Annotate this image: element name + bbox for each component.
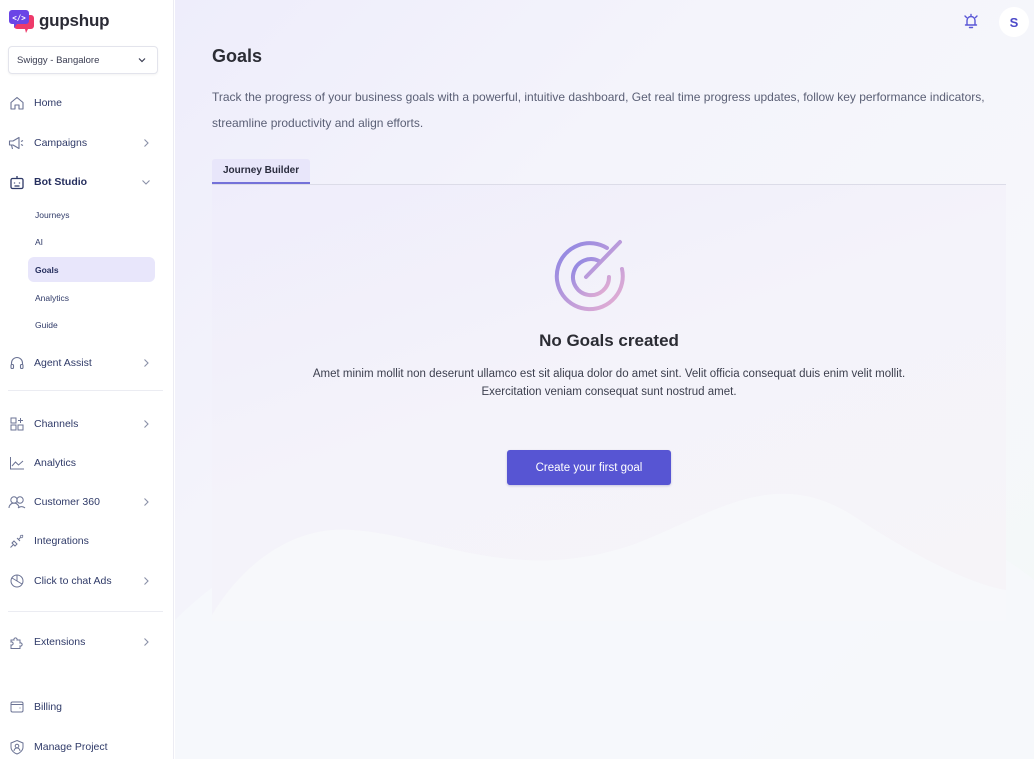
- users-icon: [8, 493, 26, 511]
- sidebar-item-click-to-chat-ads[interactable]: Click to chat Ads: [8, 569, 158, 593]
- sidebar-item-integrations[interactable]: Integrations: [8, 529, 158, 553]
- line-chart-icon: [8, 454, 26, 472]
- sidebar-item-agent-assist[interactable]: Agent Assist: [8, 351, 158, 375]
- puzzle-icon: [8, 633, 26, 651]
- sidebar-item-customer-360[interactable]: Customer 360: [8, 490, 158, 514]
- logo[interactable]: </> gupshup: [9, 9, 110, 33]
- sidebar-item-label: Customer 360: [34, 496, 100, 508]
- sidebar-item-label: Campaigns: [34, 137, 88, 149]
- pie-chart-icon: [8, 572, 26, 590]
- empty-state-description: Amet minim mollit non deserunt ullamco e…: [312, 368, 906, 398]
- empty-state-panel: No Goals created Amet minim mollit non d…: [212, 185, 1006, 621]
- sidebar-divider: [8, 390, 163, 391]
- plug-icon: [8, 532, 26, 550]
- avatar[interactable]: S: [999, 7, 1029, 37]
- project-selector[interactable]: Swiggy - Bangalore: [8, 46, 158, 74]
- page-description: Track the progress of your business goal…: [212, 90, 985, 130]
- page-title: Goals: [212, 46, 263, 66]
- megaphone-icon: [8, 134, 26, 152]
- brand-name: gupshup: [39, 11, 110, 30]
- svg-text:</>: </>: [12, 14, 26, 23]
- gupshup-logo-icon: </>: [9, 9, 35, 33]
- sidebar-subitem-analytics[interactable]: Analytics: [28, 285, 155, 310]
- sidebar-subitem-journeys[interactable]: Journeys: [28, 202, 155, 227]
- create-first-goal-button[interactable]: Create your first goal: [507, 450, 671, 485]
- chevron-right-icon: [144, 139, 149, 147]
- chevron-right-icon: [144, 420, 149, 428]
- project-selector-value: Swiggy - Bangalore: [17, 54, 100, 66]
- sidebar-divider: [8, 611, 163, 612]
- sidebar-item-bot-studio[interactable]: Bot Studio: [8, 170, 158, 194]
- chevron-right-icon: [144, 498, 149, 506]
- chevron-down-icon: [142, 180, 150, 185]
- sidebar: </> gupshup Swiggy - Bangalore Home Camp…: [0, 0, 174, 759]
- empty-state-title: No Goals created: [539, 331, 679, 350]
- sidebar-item-home[interactable]: Home: [8, 91, 158, 115]
- sidebar-item-analytics[interactable]: Analytics: [8, 451, 158, 475]
- sidebar-subitem-goals[interactable]: Goals: [28, 257, 155, 282]
- shield-user-icon: [8, 738, 26, 756]
- sidebar-item-label: Bot Studio: [34, 176, 88, 188]
- sidebar-item-label: Analytics: [34, 457, 77, 469]
- sidebar-item-label: Agent Assist: [34, 357, 92, 369]
- sidebar-item-billing[interactable]: Billing: [8, 695, 158, 719]
- chevron-right-icon: [144, 638, 149, 646]
- headset-icon: [8, 354, 26, 372]
- sidebar-item-label: Integrations: [34, 535, 89, 547]
- chevron-right-icon: [144, 359, 149, 367]
- sidebar-item-channels[interactable]: Channels: [8, 412, 158, 436]
- chevron-right-icon: [144, 577, 149, 585]
- sidebar-item-label: Click to chat Ads: [34, 575, 112, 587]
- sidebar-item-label: Manage Project: [34, 741, 108, 753]
- wallet-icon: [8, 698, 26, 716]
- channels-grid-icon: [8, 415, 26, 433]
- sidebar-item-extensions[interactable]: Extensions: [8, 630, 158, 654]
- sidebar-subitem-guide[interactable]: Guide: [28, 312, 155, 337]
- bell-icon[interactable]: [962, 12, 980, 30]
- home-icon: [8, 94, 26, 112]
- sidebar-subitem-ai[interactable]: AI: [28, 229, 155, 254]
- main-content: S Goals Track the progress of your busin…: [175, 0, 1034, 759]
- chevron-down-icon: [138, 58, 146, 63]
- sidebar-item-label: Extensions: [34, 636, 86, 648]
- sidebar-item-campaigns[interactable]: Campaigns: [8, 131, 158, 155]
- target-icon: [554, 240, 625, 312]
- sidebar-item-label: Channels: [34, 418, 79, 430]
- sidebar-item-label: Home: [34, 97, 63, 109]
- sidebar-item-manage-project[interactable]: Manage Project: [8, 735, 158, 759]
- tab-journey-builder[interactable]: Journey Builder: [212, 159, 311, 184]
- bot-icon: [8, 173, 26, 191]
- tab-bar: Journey Builder: [212, 159, 1006, 185]
- sidebar-item-label: Billing: [34, 701, 63, 713]
